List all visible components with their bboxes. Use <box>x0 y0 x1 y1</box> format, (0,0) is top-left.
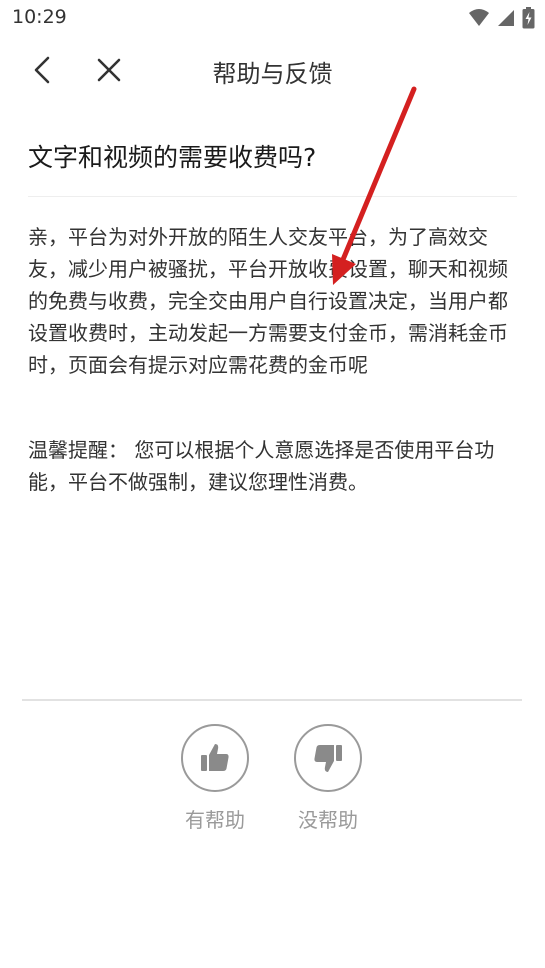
status-icons <box>468 6 535 30</box>
article-body: 亲，平台为对外开放的陌生人交友平台，为了高效交友，减少用户被骚扰，平台开放收费设… <box>28 225 508 377</box>
title-divider <box>28 196 517 197</box>
not-helpful-button[interactable] <box>294 724 362 792</box>
helpful-button[interactable] <box>181 724 249 792</box>
thumbs-up-icon <box>201 744 229 771</box>
wifi-icon <box>469 9 489 26</box>
status-time: 10:29 <box>12 6 67 28</box>
status-bar: 10:29 <box>0 0 545 36</box>
article-title: 文字和视频的需要收费吗? <box>28 143 317 172</box>
battery-icon <box>522 7 535 29</box>
nav-bar: 帮助与反馈 <box>0 40 545 100</box>
not-helpful-label: 没帮助 <box>298 808 358 832</box>
article-tip: 温馨提醒： 您可以根据个人意愿选择是否使用平台功能，平台不做强制，建议您理性消费… <box>28 438 495 494</box>
helpful-label: 有帮助 <box>185 808 245 832</box>
feedback-divider <box>22 699 522 701</box>
page-title: 帮助与反馈 <box>212 60 333 88</box>
thumbs-down-icon <box>314 745 342 772</box>
signal-icon <box>498 10 514 26</box>
